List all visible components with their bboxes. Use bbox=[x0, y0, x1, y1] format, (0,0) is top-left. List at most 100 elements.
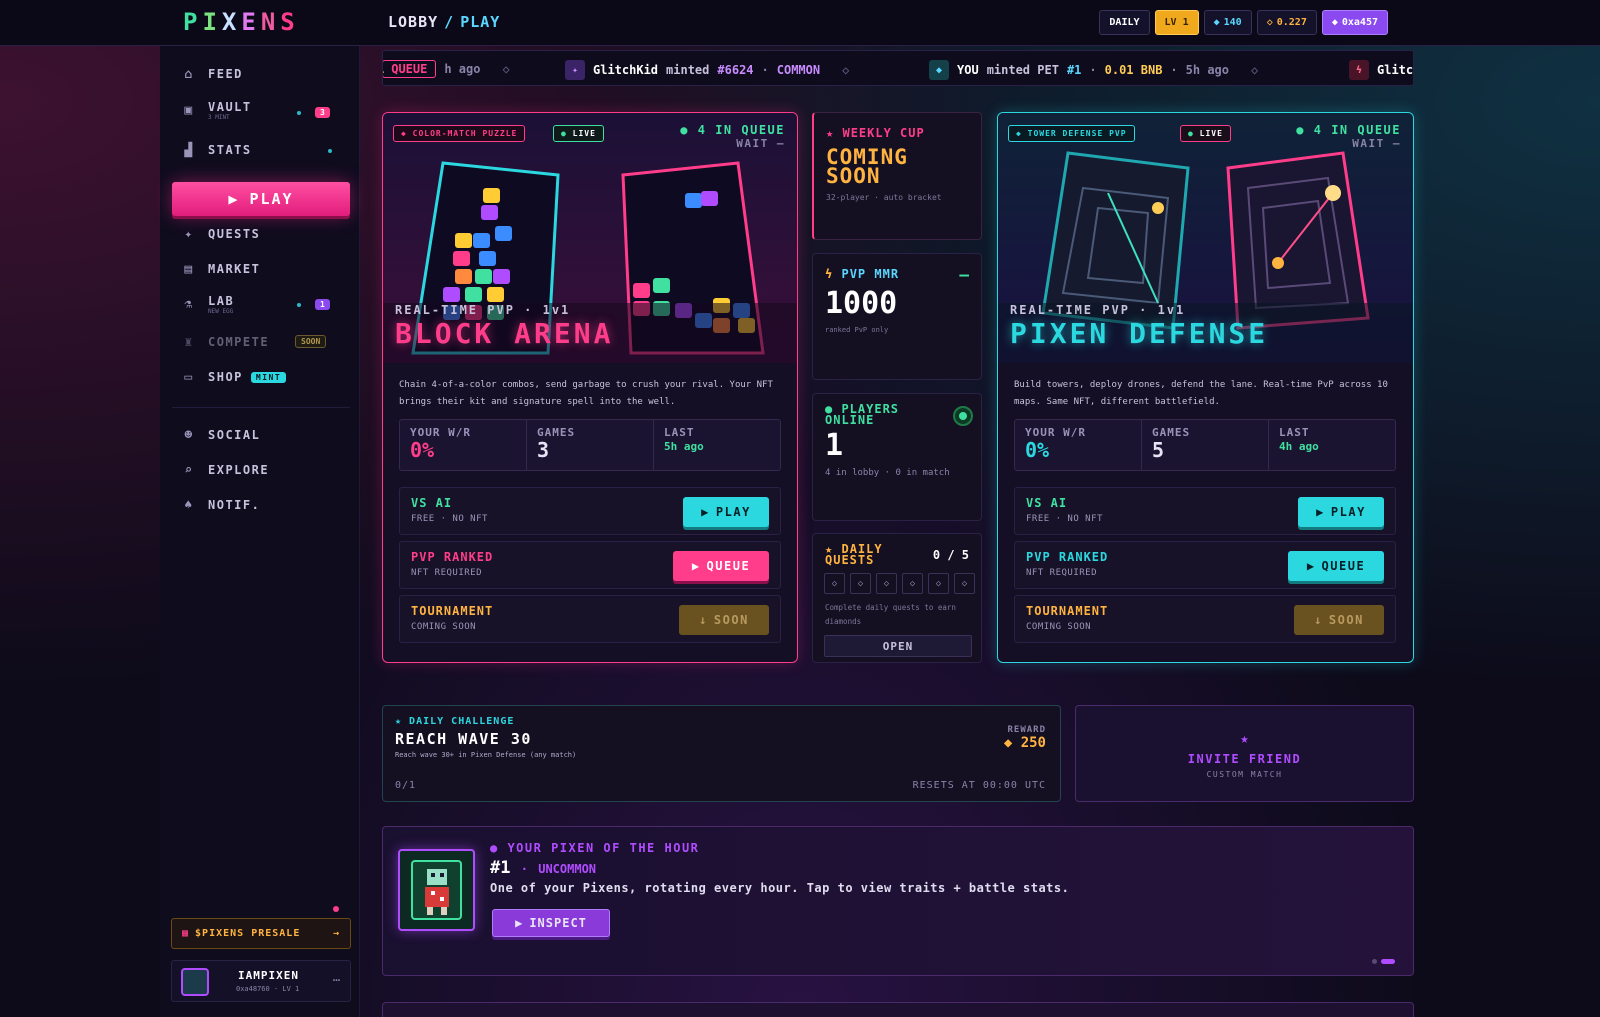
flask-icon: ⚗ bbox=[184, 297, 194, 312]
ticker-item: ◆ YOU minted PET #1 · 0.01 BNB · 5h ago ◇ bbox=[929, 60, 1258, 80]
sidebar-item-stats[interactable]: ▟ STATS bbox=[182, 143, 252, 158]
sidebar-item-market[interactable]: ▤ MARKET bbox=[182, 262, 260, 277]
sidebar-item-shop[interactable]: ▭ SHOP MINT bbox=[182, 369, 287, 385]
avatar bbox=[181, 968, 209, 996]
game-subtitle: REAL-TIME PVP · 1v1 bbox=[395, 303, 571, 317]
pixen-defense-hero[interactable]: ◆ TOWER DEFENSE PVP ● LIVE ● 4 IN QUEUE W… bbox=[998, 113, 1413, 363]
top-bar: PIXENS LOBBY / PLAY DAILY LV 1 ◆ 140 ◇ 0.227… bbox=[0, 0, 1600, 46]
header-pills: DAILY LV 1 ◆ 140 ◇ 0.227 ◆ 0xa457 bbox=[1099, 10, 1388, 35]
pixen-icon: ✦ bbox=[565, 60, 585, 80]
breadcrumb-play: PLAY bbox=[460, 13, 501, 31]
sidebar-item-notif[interactable]: ♠ NOTIF. bbox=[182, 498, 260, 513]
pixens-logo[interactable]: PIXENS bbox=[183, 8, 300, 36]
weekly-cup-title: ★ WEEKLY CUP bbox=[826, 126, 925, 140]
lock-icon: ↓ bbox=[699, 613, 708, 627]
bnb-pill[interactable]: ◇ 0.227 bbox=[1256, 10, 1317, 35]
play-icon: ▶ bbox=[691, 559, 701, 573]
carousel-dot[interactable] bbox=[1372, 959, 1377, 964]
pvp-queue-button[interactable]: ▶ QUEUE bbox=[673, 551, 769, 581]
player-stats: YOUR W/R 0% GAMES 3 LAST 5h ago bbox=[399, 419, 781, 471]
daily-challenge-panel[interactable]: ★ DAILY CHALLENGE REACH WAVE 30 Reach wa… bbox=[382, 705, 1061, 802]
presale-banner[interactable]: ▩ $PIXENS PRESALE → bbox=[171, 918, 351, 949]
puzzle-block bbox=[495, 226, 512, 241]
mode-tournament: TOURNAMENT COMING SOON ↓ SOON bbox=[399, 595, 781, 643]
puzzle-block bbox=[685, 193, 702, 208]
puzzle-block bbox=[475, 269, 492, 284]
breadcrumb: LOBBY / PLAY bbox=[388, 13, 501, 31]
gems-pill[interactable]: ◆ 140 bbox=[1203, 10, 1252, 35]
inspect-button[interactable]: ▶ INSPECT bbox=[492, 909, 610, 937]
stats-dot bbox=[328, 149, 332, 153]
lock-icon: ↓ bbox=[1314, 613, 1323, 627]
wallet-icon: ◆ bbox=[1331, 17, 1338, 28]
pixen-of-hour-panel: ● YOUR PIXEN OF THE HOUR #1 · UNCOMMON O… bbox=[382, 826, 1414, 976]
mmr-value: 1000 bbox=[825, 286, 898, 321]
carousel-dot-active[interactable] bbox=[1381, 959, 1395, 964]
game-title: PIXEN DEFENSE bbox=[1010, 317, 1269, 350]
quest-slot: ◇ bbox=[824, 573, 845, 594]
wallet-pill[interactable]: ◆ 0xa457 bbox=[1321, 10, 1388, 35]
daily-quests-panel: ★ DAILY QUESTS 0 / 5 ◇ ◇ ◇ ◇ ◇ ◇ Complet… bbox=[812, 533, 982, 663]
game-subtitle: REAL-TIME PVP · 1v1 bbox=[1010, 303, 1186, 317]
more-icon[interactable]: ⋯ bbox=[333, 973, 340, 987]
sidebar: ⌂ FEED ▣ VAULT 3 MINT 3 ▟ STATS ▶ PLAY ✦ QUEST… bbox=[160, 46, 360, 1017]
game-description: Chain 4-of-a-color combos, send garbage … bbox=[399, 380, 773, 407]
invite-friend-panel[interactable]: ★ INVITE FRIEND CUSTOM MATCH bbox=[1075, 705, 1414, 802]
home-icon: ⌂ bbox=[184, 66, 194, 82]
sidebar-play-button[interactable]: ▶ PLAY bbox=[172, 182, 350, 216]
trophy-icon: ♜ bbox=[184, 334, 194, 350]
shop-mint-badge: MINT bbox=[250, 371, 287, 383]
compete-soon-badge: SOON bbox=[295, 335, 327, 348]
vs-ai-play-button[interactable]: ▶ PLAY bbox=[1298, 497, 1384, 527]
online-indicator bbox=[953, 406, 973, 426]
sidebar-item-lab[interactable]: ⚗ LAB NEW EGG bbox=[182, 294, 234, 315]
genre-tag: ◆ COLOR-MATCH PUZZLE bbox=[393, 125, 526, 142]
puzzle-block bbox=[481, 205, 498, 220]
sidebar-item-feed[interactable]: ⌂ FEED bbox=[182, 66, 243, 82]
quests-icon: ✦ bbox=[184, 226, 194, 242]
block-arena-hero[interactable]: ◆ COLOR-MATCH PUZZLE ● LIVE ● 4 IN QUEUE… bbox=[383, 113, 797, 363]
diamond-icon: ◆ bbox=[1213, 17, 1220, 28]
shop-icon: ▭ bbox=[184, 369, 194, 385]
players-online-panel: ● PLAYERS ONLINE 1 4 in lobby · 0 in mat… bbox=[812, 393, 982, 521]
mode-tournament: TOURNAMENT COMING SOON ↓ SOON bbox=[1014, 595, 1396, 643]
queue-status: ● 4 IN QUEUE WAIT — bbox=[680, 123, 785, 150]
social-icon: ☻ bbox=[184, 427, 194, 443]
star-icon: ★ bbox=[826, 126, 835, 140]
vault-icon: ▣ bbox=[184, 103, 194, 118]
sidebar-item-vault[interactable]: ▣ VAULT 3 MINT bbox=[182, 100, 252, 121]
quest-progress: 0 / 5 bbox=[932, 548, 969, 562]
activity-ticker: 1QUEUEh ago◇ ✦ GlitchKidminted#6624·COMM… bbox=[382, 50, 1414, 86]
tournament-soon-button[interactable]: ↓ SOON bbox=[1294, 605, 1384, 635]
challenge-title: REACH WAVE 30 bbox=[395, 730, 532, 748]
pixel-creature-icon: ▩ bbox=[182, 928, 190, 939]
quest-slot: ◇ bbox=[928, 573, 949, 594]
ticker-partial: 1QUEUEh ago◇ bbox=[383, 60, 510, 78]
vs-ai-play-button[interactable]: ▶ PLAY bbox=[683, 497, 769, 527]
pvp-queue-button[interactable]: ▶ QUEUE bbox=[1288, 551, 1384, 581]
quest-slot: ◇ bbox=[902, 573, 923, 594]
open-quests-button[interactable]: OPEN bbox=[824, 635, 972, 657]
block-arena-card: ◆ COLOR-MATCH PUZZLE ● LIVE ● 4 IN QUEUE… bbox=[382, 112, 798, 663]
sidebar-item-compete[interactable]: ♜ COMPETE bbox=[182, 334, 269, 350]
sidebar-item-explore[interactable]: ⌕ EXPLORE bbox=[182, 463, 269, 478]
weekly-cup-panel[interactable]: ★ WEEKLY CUP COMING SOON 32-player · aut… bbox=[812, 112, 982, 240]
puzzle-block bbox=[701, 191, 718, 206]
genre-tag: ◆ TOWER DEFENSE PVP bbox=[1008, 125, 1135, 142]
quest-slot: ◇ bbox=[954, 573, 975, 594]
tournament-soon-button[interactable]: ↓ SOON bbox=[679, 605, 769, 635]
user-card[interactable]: IAMPIXEN 0xa48760 · LV 1 ⋯ bbox=[171, 960, 351, 1002]
sidebar-item-social[interactable]: ☻ SOCIAL bbox=[182, 427, 260, 443]
game-description: Build towers, deploy drones, defend the … bbox=[1014, 380, 1388, 407]
lightning-icon: ϟ bbox=[825, 267, 834, 281]
puzzle-block bbox=[473, 233, 490, 248]
pixen-portrait[interactable] bbox=[398, 849, 475, 931]
queue-badge[interactable]: QUEUE bbox=[383, 60, 437, 78]
puzzle-block bbox=[487, 287, 504, 302]
sidebar-item-quests[interactable]: ✦ QUESTS bbox=[182, 226, 260, 242]
daily-pill[interactable]: DAILY bbox=[1099, 10, 1150, 35]
live-badge: ● LIVE bbox=[1180, 125, 1231, 142]
breadcrumb-lobby[interactable]: LOBBY bbox=[388, 13, 438, 31]
vault-dot bbox=[297, 111, 301, 115]
level-pill[interactable]: LV 1 bbox=[1154, 10, 1199, 35]
